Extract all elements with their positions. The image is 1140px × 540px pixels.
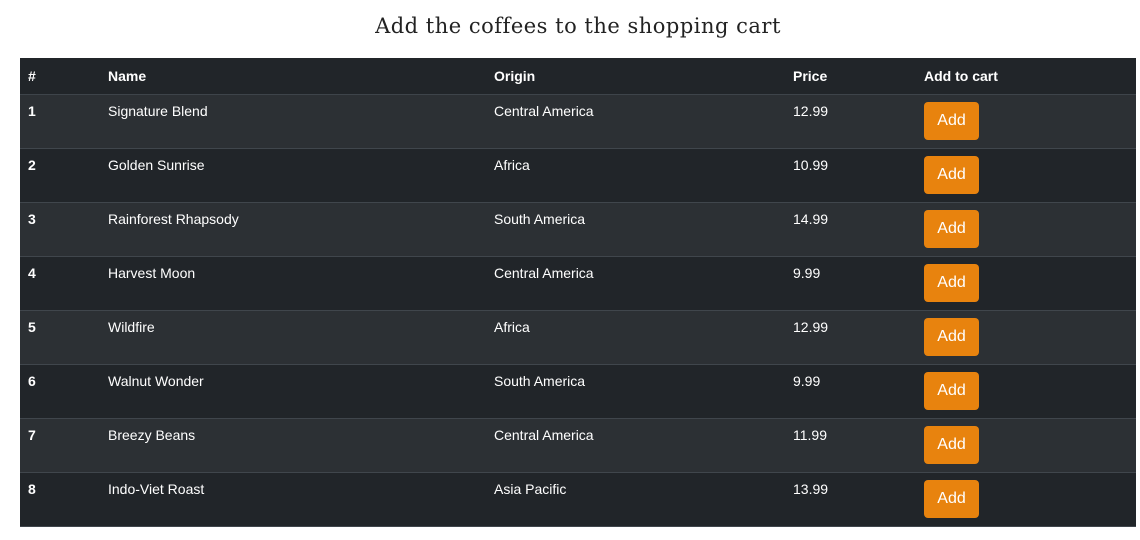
row-number: 2 <box>20 148 100 203</box>
coffee-name: Harvest Moon <box>100 256 486 311</box>
coffee-price: 12.99 <box>785 94 916 149</box>
coffee-name: Golden Sunrise <box>100 148 486 203</box>
add-to-cart-button[interactable]: Add <box>924 156 979 194</box>
column-header-add-to-cart: Add to cart <box>916 58 1136 95</box>
coffee-origin: Africa <box>486 148 785 203</box>
header-row: # Name Origin Price Add to cart <box>20 58 1136 95</box>
coffee-origin: South America <box>486 202 785 257</box>
row-number: 5 <box>20 310 100 365</box>
table-row: 6 Walnut Wonder South America 9.99 Add <box>20 364 1136 419</box>
row-number: 7 <box>20 418 100 473</box>
page: Add the coffees to the shopping cart # N… <box>0 0 1140 540</box>
row-number: 1 <box>20 94 100 149</box>
coffee-name: Rainforest Rhapsody <box>100 202 486 257</box>
coffee-price: 12.99 <box>785 310 916 365</box>
add-to-cart-button[interactable]: Add <box>924 264 979 302</box>
coffee-origin: Central America <box>486 256 785 311</box>
column-header-price: Price <box>785 58 916 95</box>
coffee-price: 9.99 <box>785 364 916 419</box>
add-to-cart-button[interactable]: Add <box>924 372 979 410</box>
row-number: 8 <box>20 472 100 527</box>
coffee-origin: Africa <box>486 310 785 365</box>
table-row: 7 Breezy Beans Central America 11.99 Add <box>20 418 1136 473</box>
add-cell: Add <box>916 256 1136 311</box>
row-number: 6 <box>20 364 100 419</box>
coffee-origin: Asia Pacific <box>486 472 785 527</box>
add-cell: Add <box>916 202 1136 257</box>
coffee-price: 14.99 <box>785 202 916 257</box>
add-cell: Add <box>916 472 1136 527</box>
row-number: 3 <box>20 202 100 257</box>
add-to-cart-button[interactable]: Add <box>924 426 979 464</box>
add-to-cart-button[interactable]: Add <box>924 318 979 356</box>
add-cell: Add <box>916 94 1136 149</box>
coffee-price: 13.99 <box>785 472 916 527</box>
coffee-origin: Central America <box>486 418 785 473</box>
add-cell: Add <box>916 364 1136 419</box>
coffee-price: 10.99 <box>785 148 916 203</box>
add-cell: Add <box>916 148 1136 203</box>
coffee-name: Indo-Viet Roast <box>100 472 486 527</box>
table-header: # Name Origin Price Add to cart <box>20 58 1136 95</box>
table-body: 1 Signature Blend Central America 12.99 … <box>20 94 1136 527</box>
coffee-origin: South America <box>486 364 785 419</box>
add-cell: Add <box>916 310 1136 365</box>
table-row: 1 Signature Blend Central America 12.99 … <box>20 94 1136 149</box>
table-row: 2 Golden Sunrise Africa 10.99 Add <box>20 148 1136 203</box>
add-cell: Add <box>916 418 1136 473</box>
page-title: Add the coffees to the shopping cart <box>375 14 781 38</box>
column-header-number: # <box>20 58 100 95</box>
column-header-name: Name <box>100 58 486 95</box>
row-number: 4 <box>20 256 100 311</box>
coffee-name: Wildfire <box>100 310 486 365</box>
coffee-name: Walnut Wonder <box>100 364 486 419</box>
add-to-cart-button[interactable]: Add <box>924 210 979 248</box>
coffee-name: Signature Blend <box>100 94 486 149</box>
coffee-origin: Central America <box>486 94 785 149</box>
coffee-price: 9.99 <box>785 256 916 311</box>
coffee-price: 11.99 <box>785 418 916 473</box>
table-row: 3 Rainforest Rhapsody South America 14.9… <box>20 202 1136 257</box>
column-header-origin: Origin <box>486 58 785 95</box>
table-row: 4 Harvest Moon Central America 9.99 Add <box>20 256 1136 311</box>
coffee-name: Breezy Beans <box>100 418 486 473</box>
add-to-cart-button[interactable]: Add <box>924 102 979 140</box>
coffee-table: # Name Origin Price Add to cart 1 Signat… <box>20 58 1136 527</box>
table-row: 5 Wildfire Africa 12.99 Add <box>20 310 1136 365</box>
table-row: 8 Indo-Viet Roast Asia Pacific 13.99 Add <box>20 472 1136 527</box>
add-to-cart-button[interactable]: Add <box>924 480 979 518</box>
